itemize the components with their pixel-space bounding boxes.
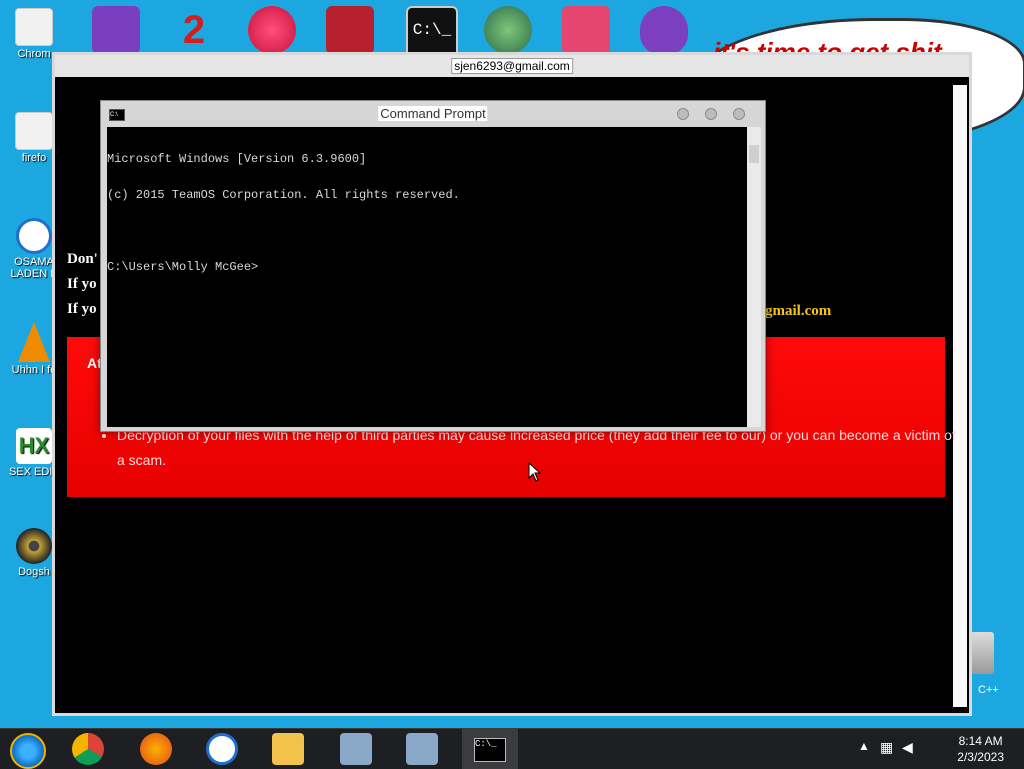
disc-icon bbox=[16, 528, 52, 564]
console-prompt-line: C:\Users\Molly McGee> bbox=[107, 260, 259, 274]
console-output[interactable]: Microsoft Windows [Version 6.3.9600] (c)… bbox=[107, 127, 747, 427]
ransom-email-fragment: gmail.com bbox=[765, 303, 832, 319]
terminal-shortcut-icon[interactable]: C:\_ bbox=[406, 6, 458, 58]
ransom-text-line: If yo bbox=[67, 276, 97, 292]
maximize-button[interactable] bbox=[705, 108, 717, 120]
desktop-icon-label: Chrom bbox=[17, 48, 51, 60]
ransomware-titlebar[interactable]: sjen6293@gmail.com bbox=[55, 55, 969, 77]
file-icon bbox=[15, 8, 53, 46]
ransom-text-line: Don' bbox=[67, 251, 98, 267]
desktop-icon-label: Uhhn I fo bbox=[11, 364, 57, 376]
system-tray: ▲ ▦ ◀ 8:14 AM 2/3/2023 bbox=[854, 729, 1024, 769]
cmd-icon: C:\ bbox=[109, 109, 125, 121]
mouse-pointer-icon bbox=[528, 462, 542, 482]
installer-icon-2[interactable] bbox=[406, 733, 438, 765]
console-line: (c) 2015 TeamOS Corporation. All rights … bbox=[107, 188, 460, 202]
close-button[interactable] bbox=[733, 108, 745, 120]
bonzi-buddy-icon[interactable] bbox=[640, 6, 688, 54]
console-line: Microsoft Windows [Version 6.3.9600] bbox=[107, 152, 367, 166]
ransomware-title: sjen6293@gmail.com bbox=[451, 58, 573, 74]
file-explorer-icon[interactable] bbox=[272, 733, 304, 765]
obama-logo-icon[interactable] bbox=[206, 733, 238, 765]
firefox-taskbar-icon[interactable] bbox=[140, 733, 172, 765]
speaker-icon[interactable]: ◀ bbox=[902, 739, 913, 756]
number-two-icon[interactable]: 2 bbox=[170, 6, 218, 54]
recycle-bin-icon[interactable] bbox=[970, 632, 994, 674]
p-badge-icon[interactable] bbox=[248, 6, 296, 54]
chrome-taskbar-icon[interactable] bbox=[72, 733, 104, 765]
clock[interactable]: 8:14 AM 2/3/2023 bbox=[957, 733, 1004, 765]
taskbar: C:\_ ▲ ▦ ◀ 8:14 AM 2/3/2023 bbox=[0, 728, 1024, 769]
vlc-cone-icon bbox=[18, 322, 50, 362]
scrollbar-thumb[interactable] bbox=[749, 145, 759, 163]
desktop-icon-label: OSAMA LADEN E bbox=[10, 256, 57, 280]
ransomware-scrollbar[interactable] bbox=[953, 85, 967, 707]
hex-editor-icon: HX bbox=[16, 428, 52, 464]
recycle-bin-label: C++ bbox=[978, 684, 999, 696]
santa-globe-icon[interactable] bbox=[484, 6, 532, 54]
terminal-icon: C:\_ bbox=[474, 738, 506, 762]
clock-date: 2/3/2023 bbox=[957, 750, 1004, 764]
desktop-icon-label: Dogsh bbox=[18, 566, 50, 578]
red-emblem-icon[interactable] bbox=[326, 6, 374, 54]
clock-time: 8:14 AM bbox=[958, 734, 1003, 748]
ransom-text-line: If yo bbox=[67, 301, 97, 317]
command-prompt-title: Command Prompt bbox=[378, 106, 488, 121]
cmd-taskbar-button[interactable]: C:\_ bbox=[462, 729, 518, 769]
installer-icon[interactable] bbox=[340, 733, 372, 765]
console-scrollbar[interactable] bbox=[747, 127, 761, 427]
desktop-icon-label: firefo bbox=[21, 152, 47, 164]
visual-studio-icon[interactable] bbox=[92, 6, 140, 54]
start-button[interactable] bbox=[10, 733, 46, 769]
obama-logo-icon bbox=[16, 218, 52, 254]
pink-app-icon[interactable] bbox=[562, 6, 610, 54]
chevron-up-icon[interactable]: ▲ bbox=[858, 739, 870, 753]
command-prompt-titlebar[interactable]: C:\ Command Prompt bbox=[101, 101, 765, 127]
network-icon[interactable]: ▦ bbox=[880, 739, 893, 756]
command-prompt-window[interactable]: C:\ Command Prompt Microsoft Windows [Ve… bbox=[100, 100, 766, 432]
file-icon bbox=[15, 112, 53, 150]
minimize-button[interactable] bbox=[677, 108, 689, 120]
